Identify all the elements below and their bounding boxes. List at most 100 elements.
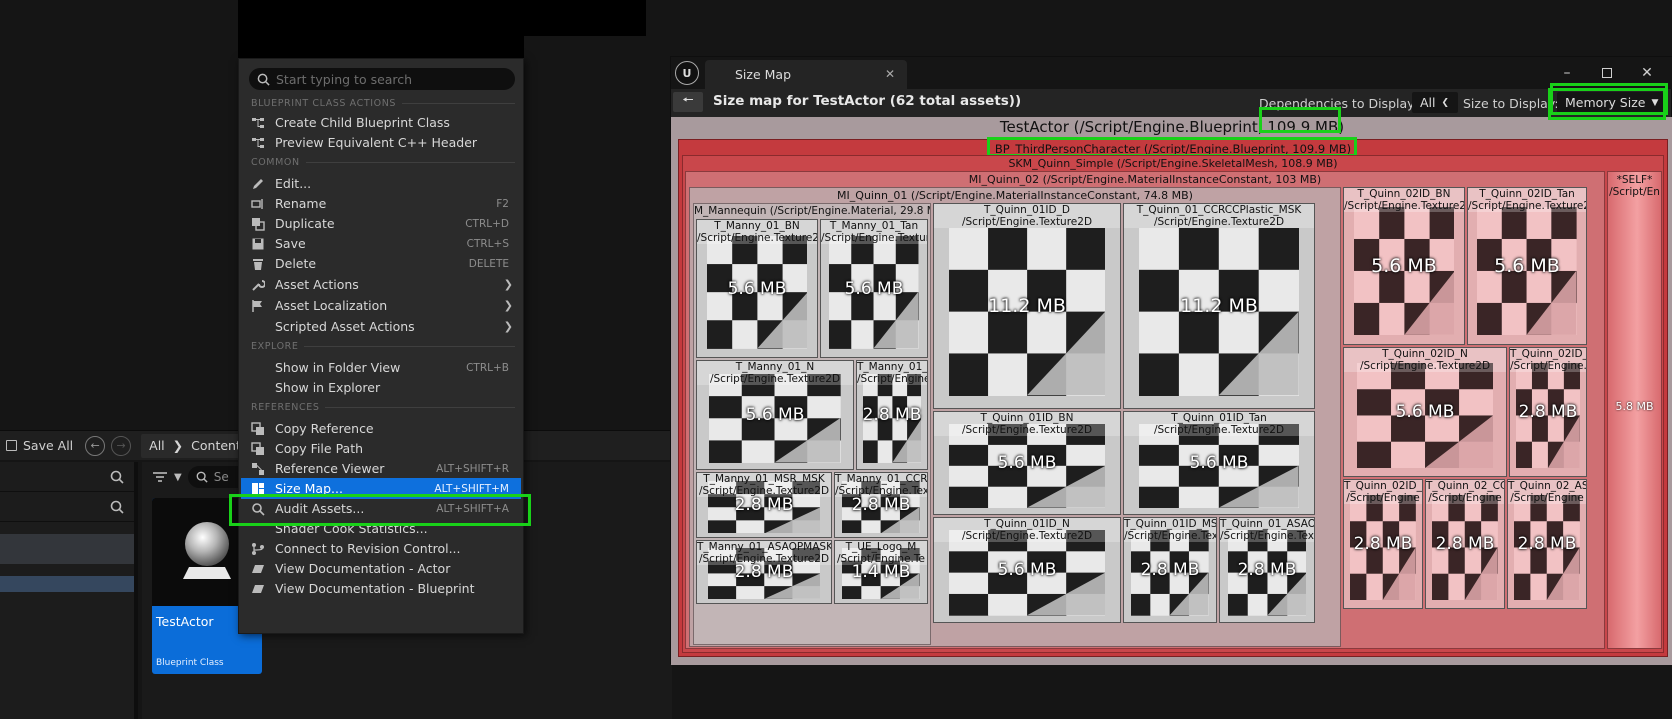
menu-item-save[interactable]: Save CTRL+S (241, 233, 521, 254)
section-blueprint-actions: BLUEPRINT CLASS ACTIONS (251, 96, 515, 110)
treemap-texture-t16[interactable]: T_Quinn_02ID_BN/Script/Engine.Texture2 5.… (1343, 187, 1465, 345)
breadcrumb-all[interactable]: All (149, 438, 165, 453)
texture-name: T_Quinn_02ID_N (1382, 348, 1468, 360)
menu-item-delete[interactable]: Delete DELETE (241, 253, 521, 274)
menu-item-duplicate[interactable]: Duplicate CTRL+D (241, 213, 521, 234)
treemap-texture-t17[interactable]: T_Quinn_02ID_Tan/Script/Engine.Texture2 5… (1467, 187, 1587, 345)
size-map-treemap[interactable]: TestActor (/Script/Engine.Blueprint, 109… (671, 107, 1672, 665)
texture-name: T_Quinn_02_AS (1508, 480, 1586, 492)
treemap-mi02-label: MI_Quinn_02 (/Script/Engine.MaterialInst… (968, 173, 1322, 186)
menu-item-edit[interactable]: Edit... (241, 173, 521, 194)
chevron-right-icon: ❯ (503, 320, 513, 333)
texture-size: 11.2 MB (1180, 295, 1258, 317)
treemap-texture-t10[interactable]: T_Quinn_01_CCRCCPlastic_MSK/Script/Engin… (1123, 203, 1315, 409)
treemap-texture-t9[interactable]: T_Quinn_01ID_D/Script/Engine.Texture2D 11… (933, 203, 1121, 409)
texture-path: /Script/Engine.Texture2D (1153, 216, 1285, 228)
filter-icon[interactable] (152, 471, 168, 483)
treemap-texture-t15[interactable]: T_Quinn_01_ASAO/Script/Engine.Tex 2.8 MB (1219, 517, 1315, 623)
search-icon[interactable] (110, 500, 124, 514)
texture-size: 5.6 MB (1189, 453, 1249, 473)
texture-name: T_Quinn_01ID_N (984, 518, 1070, 530)
menu-item-show-in-folder-view[interactable]: Show in Folder View CTRL+B (241, 357, 521, 378)
dependencies-dropdown[interactable]: All ❮ (1412, 92, 1458, 113)
save-all-button[interactable]: Save All (0, 431, 79, 461)
texture-size: 2.8 MB (1435, 534, 1495, 554)
texture-name: T_Quinn_01ID_Tan (1171, 412, 1267, 424)
menu-item-rename[interactable]: Rename F2 (241, 193, 521, 214)
asset-type: Blueprint Class (156, 658, 224, 668)
menu-search-field[interactable] (249, 68, 515, 90)
menu-item-asset-actions[interactable]: Asset Actions ❯ (241, 274, 521, 295)
menu-item-copy-reference[interactable]: Copy Reference (241, 418, 521, 439)
texture-caption: T_Quinn_02ID_Tan/Script/Engine.Texture2 (1468, 188, 1586, 212)
menu-item-connect-revision-control[interactable]: Connect to Revision Control... (241, 538, 521, 559)
treemap-texture-t22[interactable]: T_Quinn_02_AS/Script/Engine 2.8 MB (1507, 479, 1587, 609)
menu-search-input[interactable] (276, 71, 506, 87)
texture-size: 2.8 MB (1353, 534, 1413, 554)
blueprint-sphere-icon (183, 522, 231, 579)
treemap-texture-t1[interactable]: T_Manny_01_BN/Script/Engine.Texture2 5.6 … (696, 219, 818, 358)
menu-item-preview-cpp-header[interactable]: Preview Equivalent C++ Header (241, 132, 521, 153)
highlight-size-map-item (229, 494, 531, 526)
close-icon[interactable]: ✕ (1637, 63, 1657, 83)
menu-item-label: Asset Actions (275, 277, 359, 292)
chevron-down-icon[interactable]: ▼ (174, 472, 182, 483)
maximize-icon[interactable] (1597, 63, 1617, 83)
texture-name: T_Manny_01_CCRCC (835, 473, 927, 485)
close-icon[interactable]: ✕ (885, 67, 895, 81)
menu-item-view-documentation-actor[interactable]: View Documentation - Actor (241, 558, 521, 579)
treemap-texture-t14[interactable]: T_Quinn_01ID_MSR/Script/Engine.Tex 2.8 MB (1123, 517, 1217, 623)
menu-item-label: Reference Viewer (275, 461, 385, 476)
menu-item-asset-localization[interactable]: Asset Localization ❯ (241, 295, 521, 316)
menu-item-copy-file-path[interactable]: Copy File Path (241, 438, 521, 459)
back-nav-icon[interactable]: ← (85, 435, 106, 456)
treemap-texture-t18[interactable]: T_Quinn_02ID_N/Script/Engine.Texture2D 5.… (1343, 347, 1507, 477)
menu-item-reference-viewer[interactable]: Reference Viewer ALT+SHIFT+R (241, 458, 521, 479)
texture-caption: T_Quinn_02_AS/Script/Engine (1508, 480, 1586, 504)
menu-item-create-child-blueprint[interactable]: Create Child Blueprint Class (241, 112, 521, 133)
tab-size-map[interactable]: Size Map ✕ (705, 60, 907, 89)
reference-viewer-icon (251, 462, 265, 476)
minimize-icon[interactable]: – (1557, 63, 1577, 83)
treemap-texture-t8[interactable]: T_UE_Logo_M/Script/Engine.Te 1.4 MB (834, 540, 928, 604)
texture-name: T_Quinn_02ID_BN (1357, 188, 1451, 200)
treemap-texture-t7[interactable]: T_Manny_01_ASAOPMASK/Script/Engine.Textu… (696, 540, 832, 604)
treemap-texture-t5[interactable]: T_Manny_01_MSR_MSK/Script/Engine.Texture… (696, 472, 832, 538)
menu-item-label: Show in Folder View (275, 360, 401, 375)
treemap-texture-t12[interactable]: T_Quinn_01ID_Tan/Script/Engine.Texture2D… (1123, 411, 1315, 515)
tab-label: Size Map (735, 67, 792, 82)
menu-item-view-documentation-blueprint[interactable]: View Documentation - Blueprint (241, 578, 521, 599)
menu-item-scripted-asset-actions[interactable]: Scripted Asset Actions ❯ (241, 316, 521, 337)
texture-size: 2.8 MB (1140, 560, 1200, 580)
treemap-node-self[interactable]: *SELF* /Script/En 5.8 MB (1607, 171, 1662, 649)
texture-caption: T_Quinn_01_CCRCCPlastic_MSK/Script/Engin… (1124, 204, 1314, 228)
treemap-texture-t6[interactable]: T_Manny_01_CCRCC/Script/Engine.Textu2.8 … (834, 472, 928, 538)
treemap-texture-t20[interactable]: T_Quinn_02ID_M/Script/Engine 2.8 MB (1343, 479, 1423, 609)
folder-item-selected[interactable] (0, 576, 134, 592)
back-arrow-icon[interactable]: 🠔 (673, 92, 703, 112)
treemap-texture-t13[interactable]: T_Quinn_01ID_N/Script/Engine.Texture2D 5.… (933, 517, 1121, 623)
breadcrumb-content[interactable]: Content (191, 438, 241, 453)
treemap-texture-t21[interactable]: T_Quinn_02_CC/Script/Engine 2.8 MB (1425, 479, 1505, 609)
treemap-texture-t3[interactable]: T_Manny_01_N/Script/Engine.Texture2D 5.6 … (696, 360, 854, 470)
texture-path: /Script/Engine.Texture2 (1468, 200, 1586, 212)
save-icon (6, 440, 17, 451)
treemap-texture-t4[interactable]: T_Manny_01_D/Script/Engine. 2.8 MB (856, 360, 928, 470)
forward-nav-icon[interactable]: → (111, 435, 132, 456)
menu-item-show-in-explorer[interactable]: Show in Explorer (241, 377, 521, 398)
texture-name: T_Manny_01_BN (714, 220, 800, 232)
section-label: EXPLORE (251, 340, 299, 352)
texture-size: 5.6 MB (727, 278, 787, 299)
size-map-window: U Size Map ✕ – ✕ 🠔 Size map for TestActo… (670, 56, 1672, 665)
size-map-header: 🠔 Size map for TestActor (62 total asset… (671, 89, 1672, 115)
treemap-texture-t19[interactable]: T_Quinn_02ID_D/Script/Engine. 2.8 MB (1509, 347, 1587, 477)
window-titlebar[interactable]: U Size Map ✕ – ✕ (671, 57, 1672, 89)
folder-item[interactable] (0, 534, 134, 564)
shortcut-label: CTRL+S (466, 237, 509, 250)
copy-icon (251, 442, 265, 456)
texture-path: /Script/Engine.Texture2D (709, 373, 841, 385)
chevron-right-icon: ❯ (503, 299, 513, 312)
treemap-texture-t2[interactable]: T_Manny_01_Tan/Script/Engine.Texture2 5.6… (820, 219, 928, 358)
search-icon[interactable] (110, 470, 124, 484)
treemap-texture-t11[interactable]: T_Quinn_01ID_BN/Script/Engine.Texture2D 5… (933, 411, 1121, 515)
